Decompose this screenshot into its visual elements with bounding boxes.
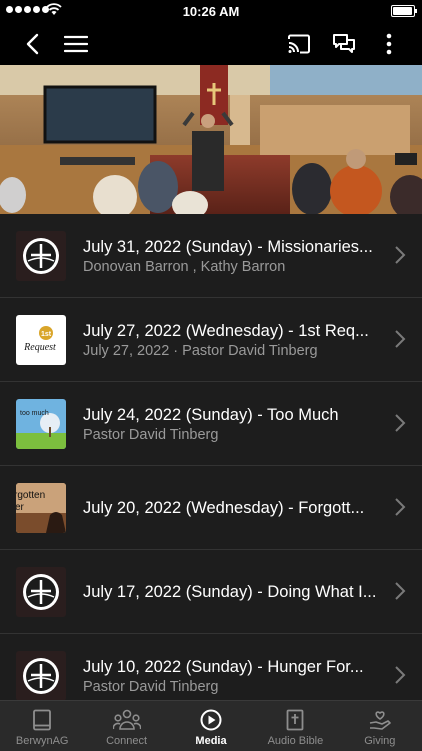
chevron-right-icon — [395, 666, 406, 684]
too-much-thumbnail: too much — [16, 399, 66, 449]
media-title: July 20, 2022 (Wednesday) - Forgott... — [83, 499, 365, 517]
church-logo-thumbnail — [16, 567, 66, 617]
media-title: July 27, 2022 (Wednesday) - 1st Req... — [83, 322, 369, 340]
media-list: July 31, 2022 (Sunday) - Missionaries...… — [0, 214, 422, 717]
svg-text:1st: 1st — [41, 331, 52, 338]
tab-connect[interactable]: Connect — [84, 701, 168, 751]
tab-audio-bible[interactable]: Audio Bible — [253, 701, 337, 751]
status-bar: 10:26 AM — [0, 0, 422, 22]
tab-media[interactable]: Media — [169, 701, 253, 751]
tab-label: Media — [195, 735, 227, 747]
menu-button[interactable] — [56, 22, 96, 65]
chevron-right-icon — [395, 330, 406, 348]
tab-label: BerwynAG — [15, 735, 69, 747]
chevron-right-icon — [395, 414, 406, 432]
chevron-right-icon — [395, 582, 406, 600]
cast-icon — [288, 34, 310, 53]
more-options-button[interactable] — [369, 22, 409, 65]
media-title: July 17, 2022 (Sunday) - Doing What I... — [83, 583, 377, 601]
hero-image — [0, 65, 422, 214]
giving-hand-icon — [369, 711, 391, 730]
media-item[interactable]: 1st Request July 27, 2022 (Wednesday) - 1… — [0, 298, 422, 382]
forgotten-thumbnail: rgotten er — [16, 483, 66, 533]
chat-button[interactable] — [324, 22, 364, 65]
tab-label: Connect — [106, 735, 148, 747]
bottom-tab-bar: BerwynAG Connect Media Audio Bible Givin… — [0, 700, 422, 751]
tab-label: Audio Bible — [267, 735, 324, 747]
media-item[interactable]: July 31, 2022 (Sunday) - Missionaries...… — [0, 214, 422, 298]
tab-label: Giving — [364, 735, 396, 747]
chevron-right-icon — [395, 498, 406, 516]
play-circle-icon — [200, 709, 222, 731]
tab-berwynag[interactable]: BerwynAG — [0, 701, 84, 751]
media-title: July 10, 2022 (Sunday) - Hunger For... — [83, 658, 364, 676]
top-nav-bar — [0, 22, 422, 65]
media-subtitle: Pastor David Tinberg — [83, 679, 219, 695]
bible-icon — [287, 709, 304, 731]
media-item[interactable]: too much July 24, 2022 (Sunday) - Too Mu… — [0, 382, 422, 466]
media-item[interactable]: July 17, 2022 (Sunday) - Doing What I... — [0, 550, 422, 634]
church-logo-thumbnail — [16, 651, 66, 701]
status-time: 10:26 AM — [182, 4, 240, 19]
1st-request-thumbnail: 1st Request — [16, 315, 66, 365]
svg-text:Request: Request — [23, 342, 56, 353]
media-subtitle: July 27, 2022 · Pastor David Tinberg — [83, 343, 318, 359]
svg-text:too much: too much — [20, 410, 49, 417]
media-subtitle: Donovan Barron , Kathy Barron — [83, 259, 286, 275]
people-icon — [112, 709, 141, 730]
svg-text:rgotten: rgotten — [16, 490, 45, 501]
chevron-left-icon — [26, 33, 39, 54]
media-subtitle: Pastor David Tinberg — [83, 427, 219, 443]
tab-giving[interactable]: Giving — [338, 701, 422, 751]
media-title: July 31, 2022 (Sunday) - Missionaries... — [83, 238, 373, 256]
book-icon — [33, 709, 52, 731]
church-logo-thumbnail — [16, 231, 66, 281]
chevron-right-icon — [395, 246, 406, 264]
media-item[interactable]: rgotten er July 20, 2022 (Wednesday) - Fo… — [0, 466, 422, 550]
media-title: July 24, 2022 (Sunday) - Too Much — [83, 406, 339, 424]
svg-text:er: er — [16, 502, 25, 513]
more-vertical-icon — [386, 33, 392, 54]
cast-button[interactable] — [279, 22, 319, 65]
hamburger-menu-icon — [64, 35, 88, 52]
back-button[interactable] — [12, 22, 52, 65]
chat-icon — [333, 33, 355, 53]
battery-icon — [391, 5, 417, 17]
